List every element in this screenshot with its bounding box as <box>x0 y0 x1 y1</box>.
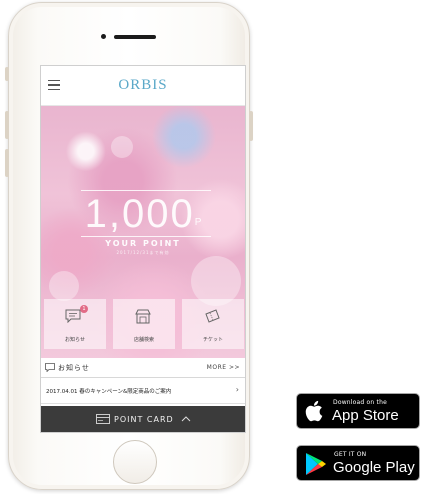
earpiece-speaker <box>114 35 156 39</box>
bokeh-light <box>111 136 133 158</box>
news-icon <box>45 363 55 372</box>
store-icon <box>135 309 151 324</box>
app-store-small-text: Download on the <box>333 399 387 406</box>
notice-badge: 1 <box>80 305 88 313</box>
phone-mockup: ORBIS 1,000P YOUR POINT 2017/12/31まで有効 1 <box>5 2 253 490</box>
tile-label: チケット <box>202 337 223 343</box>
app-screen: ORBIS 1,000P YOUR POINT 2017/12/31まで有効 1 <box>40 65 246 433</box>
notice-icon <box>65 309 81 323</box>
news-title: お知らせ <box>58 364 90 372</box>
tile-label: お知らせ <box>65 337 85 343</box>
volume-down-button <box>5 149 9 177</box>
points-subcaption: 2017/12/31まで有効 <box>116 250 170 255</box>
brand-logo: ORBIS <box>118 77 168 93</box>
tile-label: 店舗検索 <box>133 337 154 343</box>
points-balance: 1,000P <box>41 192 245 237</box>
tile-store-search[interactable]: 店舗検索 <box>113 299 175 349</box>
app-store-big-text: App Store <box>332 407 399 424</box>
news-more-link[interactable]: MORE >> <box>207 364 240 371</box>
home-button <box>113 440 157 484</box>
app-store-badge[interactable]: Download on the App Store <box>296 393 420 429</box>
volume-up-button <box>5 111 9 139</box>
power-button <box>249 111 253 141</box>
mute-switch <box>5 67 9 81</box>
google-play-big-text: Google Play <box>333 459 415 476</box>
apple-logo-icon <box>305 400 323 422</box>
shortcut-tiles: 1 お知らせ 店舗検索 チケット <box>44 299 244 349</box>
ticket-icon <box>205 309 220 323</box>
points-unit: P <box>194 217 202 228</box>
news-item[interactable]: 2017.04.01 春のキャンペーン&限定商品のご案内 › <box>41 378 245 404</box>
chevron-up-icon <box>181 416 191 422</box>
tile-ticket[interactable]: チケット <box>182 299 244 349</box>
bokeh-light <box>49 271 79 301</box>
points-caption: YOUR POINT <box>105 239 181 248</box>
news-header: お知らせ MORE >> <box>41 358 245 378</box>
point-card-label: POINT CARD <box>114 415 174 424</box>
app-header: ORBIS <box>41 66 245 106</box>
google-play-logo-icon <box>306 453 326 475</box>
chevron-right-icon: › <box>235 385 239 394</box>
points-divider-bottom <box>81 236 211 237</box>
points-divider-top <box>81 190 211 191</box>
news-item-text: 2017.04.01 春のキャンペーン&限定商品のご案内 <box>46 389 172 395</box>
card-icon <box>96 414 110 424</box>
point-card-button[interactable]: POINT CARD <box>41 406 245 432</box>
tile-notice[interactable]: 1 お知らせ <box>44 299 106 349</box>
points-hero: 1,000P YOUR POINT 2017/12/31まで有効 1 お知らせ <box>41 106 245 358</box>
front-camera <box>101 34 106 39</box>
google-play-badge[interactable]: GET IT ON Google Play <box>296 445 420 481</box>
points-value: 1,000 <box>84 192 195 236</box>
google-play-small-text: GET IT ON <box>334 451 367 458</box>
